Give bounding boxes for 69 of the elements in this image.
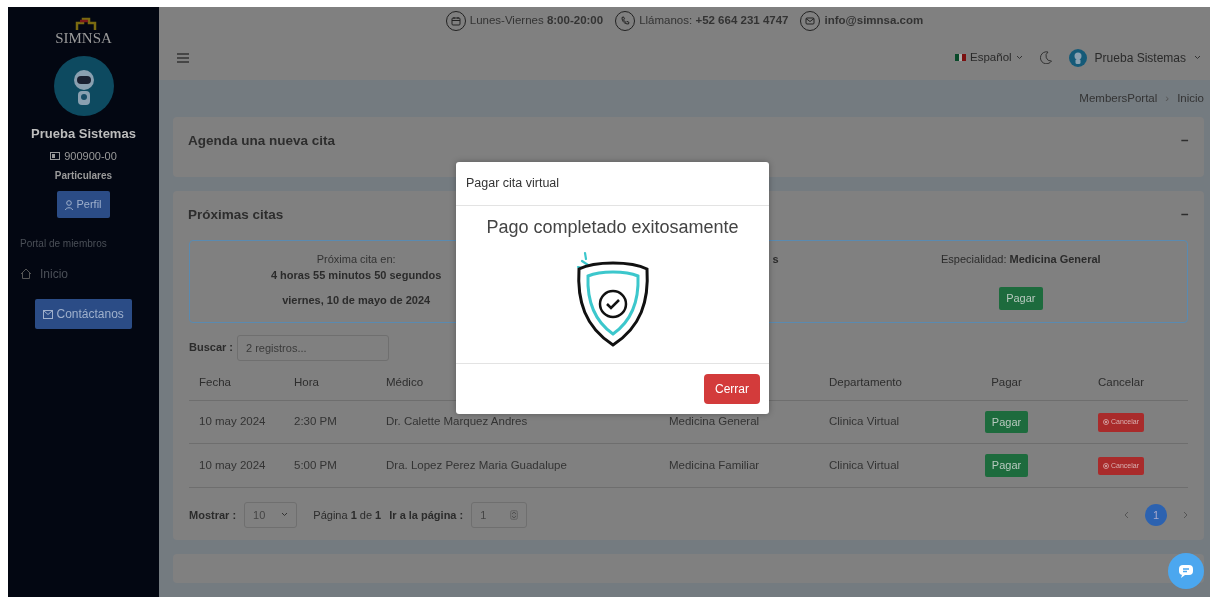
contact-info-text: info@simnsa.com — [824, 13, 924, 29]
mail-icon — [43, 309, 54, 319]
time-cell: 5:00 PM — [284, 443, 376, 488]
search-field[interactable]: 2 registros... — [237, 334, 390, 361]
breadcrumb-separator: › — [1165, 90, 1170, 106]
cancel-circle-icon — [1103, 419, 1109, 426]
collapse-button[interactable]: − — [1181, 205, 1189, 226]
home-icon — [20, 268, 32, 279]
chevron-icon — [1015, 55, 1023, 60]
goto-page-field[interactable]: 1 — [471, 501, 528, 528]
nav-item[interactable]: Inicio — [20, 264, 68, 283]
pay-button[interactable]: Pagar — [984, 410, 1029, 434]
member-id: 900900-00 — [64, 148, 117, 164]
time-cell: 2:30 PM — [284, 400, 376, 444]
column-header: Fecha — [189, 364, 284, 401]
next-page-icon[interactable] — [1183, 510, 1188, 519]
id-card-icon — [50, 151, 61, 160]
menu-icon[interactable] — [177, 52, 189, 63]
chat-button[interactable] — [1168, 553, 1204, 589]
date-cell: 10 may 2024 — [189, 443, 284, 488]
person-icon — [65, 200, 74, 211]
doctor-cell: Dra. Lopez Perez Maria Guadalupe — [376, 443, 659, 488]
language-selector[interactable]: Español — [954, 47, 1024, 68]
contact-button[interactable]: Contáctanos — [35, 298, 132, 329]
section-title: Portal de miembros — [20, 236, 107, 251]
column-header: Cancelar — [1054, 364, 1188, 401]
pay-button[interactable]: Pagar — [999, 287, 1043, 310]
page-size-select[interactable]: 10 — [244, 501, 298, 528]
breadcrumb-item[interactable]: MembersPortal — [1079, 89, 1158, 107]
appointment-date: viernes, 10 de mayo de 2024 — [281, 292, 432, 308]
column-header: Pagar — [959, 364, 1054, 401]
dialog-title: Pagar cita virtual — [456, 162, 769, 206]
goto-page-label: Ir a la página : — [389, 507, 464, 523]
card-title: Próximas citas — [188, 206, 284, 225]
page-number-button[interactable]: 1 — [1145, 503, 1167, 526]
profile-button[interactable]: Perfil — [57, 191, 110, 218]
chevron-icon — [281, 512, 289, 518]
plan-label: Particulares — [54, 169, 113, 183]
column-header: Departamento — [819, 364, 959, 401]
panel-text: s — [772, 252, 779, 265]
contact-info-text: Llámanos: +52 664 231 4747 — [639, 13, 789, 29]
chat-bubble-icon — [1178, 564, 1194, 578]
flag-icon — [955, 54, 967, 61]
user-name: Prueba Sistemas — [31, 125, 136, 143]
card-title: Agenda una nueva cita — [188, 131, 336, 150]
page-size-label: Mostrar : — [189, 507, 237, 523]
department-cell: Clinica Virtual — [819, 443, 959, 488]
spinner-arrows-icon — [510, 509, 519, 520]
cancel-circle-icon — [1103, 462, 1109, 469]
moon-icon[interactable] — [1039, 51, 1052, 64]
column-header: Hora — [284, 364, 376, 401]
close-button[interactable]: Cerrar — [704, 373, 760, 404]
contact-info-text: Lunes-Viernes 8:00-20:00 — [469, 13, 604, 29]
countdown-text: 4 horas 55 minutos 50 segundos — [269, 268, 443, 283]
chevron-icon — [1194, 55, 1201, 60]
specialty-cell: Medicina Familiar — [659, 443, 819, 488]
department-cell: Clinica Virtual — [819, 400, 959, 444]
success-message: Pago completado exitosamente — [485, 215, 740, 239]
user-menu[interactable]: Prueba Sistemas — [1067, 47, 1202, 68]
previous-page-icon[interactable] — [1124, 510, 1129, 519]
countdown-label: Próxima cita en: — [315, 251, 397, 267]
collapse-button[interactable]: − — [1181, 130, 1189, 151]
specialty-text: Especialidad: Medicina General — [940, 251, 1102, 267]
logo-text: SIMNSA — [55, 31, 112, 46]
pay-button[interactable]: Pagar — [984, 454, 1029, 477]
page-info: Página 1 de 1 — [313, 507, 382, 523]
breadcrumb-item: Inicio — [1177, 90, 1204, 106]
date-cell: 10 may 2024 — [189, 400, 284, 444]
search-label: Buscar : — [189, 340, 234, 356]
